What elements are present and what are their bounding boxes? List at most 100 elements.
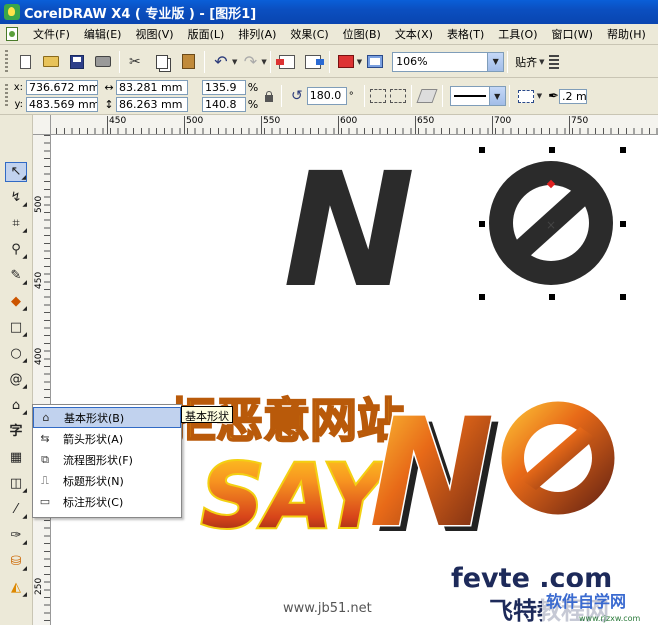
height-input[interactable]: 86.263 mm bbox=[116, 97, 188, 112]
flyout-flowchart-shapes[interactable]: ⧉ 流程图形状(F) bbox=[33, 449, 181, 470]
pick-tool[interactable]: ↖ ◢ bbox=[5, 162, 27, 182]
mirror-vertical-icon[interactable] bbox=[389, 89, 406, 103]
width-input[interactable]: 83.281 mm bbox=[116, 80, 188, 95]
flyout-indicator-icon: ◢ bbox=[22, 201, 27, 208]
menu-file[interactable]: 文件(F) bbox=[26, 24, 77, 45]
scale-x-input[interactable]: 135.9 bbox=[202, 80, 246, 95]
document-icon[interactable] bbox=[6, 27, 18, 41]
toolbar-grip[interactable] bbox=[5, 49, 8, 74]
table-tool[interactable]: ▦ bbox=[5, 448, 27, 468]
menu-help[interactable]: 帮助(H) bbox=[600, 24, 653, 45]
menu-text[interactable]: 文本(X) bbox=[388, 24, 440, 45]
export-icon bbox=[304, 54, 324, 69]
smart-fill-tool[interactable]: ◆ ◢ bbox=[5, 292, 27, 313]
export-button[interactable] bbox=[302, 51, 324, 73]
zoom-tool[interactable]: ⚲ ◢ bbox=[5, 240, 27, 261]
prohibition-symbol[interactable]: × bbox=[489, 161, 613, 285]
full-screen-preview-button[interactable] bbox=[364, 51, 386, 73]
selection-handle-bl[interactable] bbox=[479, 294, 485, 300]
size-fields: ↔ 83.281 mm ↕ 86.263 mm bbox=[102, 80, 188, 112]
selection-handle-tr[interactable] bbox=[620, 147, 626, 153]
copy-button[interactable] bbox=[151, 51, 173, 73]
paste-button[interactable] bbox=[177, 51, 199, 73]
fill-tool[interactable]: ⛁ ◢ bbox=[5, 552, 27, 573]
badge-url: www.rjzxw.com bbox=[579, 614, 641, 623]
shape-tool[interactable]: ↯ ◢ bbox=[5, 188, 27, 209]
flyout-indicator-icon: ◢ bbox=[22, 591, 27, 598]
lock-ratio-icon[interactable] bbox=[264, 90, 274, 102]
selection-handle-tc[interactable] bbox=[549, 147, 555, 153]
menu-layout[interactable]: 版面(L) bbox=[181, 24, 232, 45]
import-button[interactable] bbox=[275, 51, 298, 73]
horizontal-ruler[interactable]: 450 500 550 600 650 700 750 bbox=[33, 115, 658, 135]
top-letter-n[interactable]: N bbox=[283, 139, 415, 323]
toolbar-separator bbox=[328, 50, 330, 73]
menu-effects[interactable]: 效果(C) bbox=[283, 24, 335, 45]
outline-style-select[interactable]: ▼ bbox=[449, 86, 506, 106]
menu-arrange[interactable]: 排列(A) bbox=[231, 24, 283, 45]
toolbar-separator bbox=[204, 50, 205, 73]
redo-button[interactable]: ↷ bbox=[239, 51, 261, 73]
outline-tool[interactable]: ✑ ◢ bbox=[5, 526, 27, 547]
mirror-horizontal-icon[interactable] bbox=[369, 89, 386, 103]
undo-dropdown-icon[interactable]: ▼ bbox=[232, 58, 237, 66]
flyout-callout-shapes[interactable]: ▭ 标注形状(C) bbox=[33, 491, 181, 512]
selection-handle-br[interactable] bbox=[620, 294, 626, 300]
to-back-button[interactable] bbox=[515, 85, 537, 107]
open-button[interactable] bbox=[40, 51, 62, 73]
options-icon[interactable] bbox=[548, 54, 559, 69]
chevron-down-icon[interactable]: ▼ bbox=[487, 52, 504, 71]
undo-button[interactable]: ↶ bbox=[210, 51, 232, 73]
redo-dropdown-icon[interactable]: ▼ bbox=[261, 58, 266, 66]
callout-icon: ▭ bbox=[39, 495, 51, 508]
cut-button[interactable]: ✂ bbox=[125, 51, 147, 73]
toolbox: ↖ ◢ ↯ ◢ ⌗ ◢ ⚲ ◢ ✎ ◢ ◆ ◢ □ ◢ ○ ◢ @ ◢ ⌂ ◢ 字 ▦ ◫ ◢ ⁄ ◢ … bbox=[0, 115, 33, 625]
print-button[interactable] bbox=[92, 51, 114, 73]
interactive-blend-tool[interactable]: ◫ ◢ bbox=[5, 474, 27, 495]
chevron-down-icon[interactable]: ▼ bbox=[488, 87, 505, 105]
outline-width-input[interactable]: .2 mm bbox=[559, 88, 588, 104]
top-n-text: N bbox=[283, 139, 415, 323]
rectangle-tool[interactable]: □ ◢ bbox=[5, 318, 27, 339]
launcher-dropdown-icon[interactable]: ▼ bbox=[357, 58, 362, 66]
new-button[interactable] bbox=[14, 51, 36, 73]
save-button[interactable] bbox=[66, 51, 88, 73]
ruler-origin[interactable] bbox=[33, 115, 51, 135]
arrange-dropdown-icon[interactable]: ▼ bbox=[537, 92, 542, 100]
crop-tool[interactable]: ⌗ ◢ bbox=[5, 214, 27, 235]
application-launcher-button[interactable] bbox=[335, 51, 357, 73]
selection-handle-tl[interactable] bbox=[479, 147, 485, 153]
eyedropper-tool[interactable]: ⁄ ◢ bbox=[5, 500, 27, 521]
snap-to-button[interactable]: 贴齐 bbox=[511, 54, 541, 70]
selection-handle-mr[interactable] bbox=[620, 221, 626, 227]
y-position-input[interactable]: 483.569 mm bbox=[26, 97, 98, 112]
snap-dropdown-icon[interactable]: ▼ bbox=[539, 58, 544, 66]
interactive-fill-tool[interactable]: ◭ ◢ bbox=[5, 578, 27, 599]
menu-bitmaps[interactable]: 位图(B) bbox=[336, 24, 388, 45]
menu-tools[interactable]: 工具(O) bbox=[491, 24, 544, 45]
vertical-ruler[interactable]: 500 450 400 250 bbox=[33, 135, 51, 625]
menu-window[interactable]: 窗口(W) bbox=[545, 24, 600, 45]
flyout-arrow-shapes[interactable]: ⇆ 箭头形状(A) bbox=[33, 428, 181, 449]
toolbar-grip[interactable] bbox=[5, 84, 8, 108]
text-tool[interactable]: 字 bbox=[5, 422, 27, 442]
menu-table[interactable]: 表格(T) bbox=[440, 24, 491, 45]
zoom-level-select[interactable]: 106% ▼ bbox=[392, 51, 505, 72]
drawing-canvas[interactable]: N × 拒恶意网站 SAY N N fevte .com 软件自学网 www.r… bbox=[51, 135, 658, 625]
bottom-fire-artwork[interactable]: 拒恶意网站 SAY N N bbox=[168, 386, 618, 567]
scale-y-input[interactable]: 140.8 bbox=[202, 97, 246, 112]
selection-handle-bc[interactable] bbox=[549, 294, 555, 300]
flyout-banner-shapes[interactable]: ⎍ 标题形状(N) bbox=[33, 470, 181, 491]
ellipse-tool[interactable]: ○ ◢ bbox=[5, 344, 27, 365]
spiral-tool[interactable]: @ ◢ bbox=[5, 370, 28, 391]
freehand-tool[interactable]: ✎ ◢ bbox=[5, 266, 27, 287]
wrap-text-icon[interactable] bbox=[416, 89, 438, 103]
rotation-angle-input[interactable]: 180.0 bbox=[306, 87, 347, 105]
floppy-icon bbox=[70, 54, 84, 69]
flyout-basic-shapes[interactable]: ⌂ 基本形状(B) bbox=[33, 407, 181, 428]
x-position-input[interactable]: 736.672 mm bbox=[26, 80, 98, 95]
menu-edit[interactable]: 编辑(E) bbox=[77, 24, 129, 45]
basic-shapes-tool[interactable]: ⌂ ◢ bbox=[5, 396, 27, 417]
selection-handle-ml[interactable] bbox=[479, 221, 485, 227]
menu-view[interactable]: 视图(V) bbox=[128, 24, 180, 45]
